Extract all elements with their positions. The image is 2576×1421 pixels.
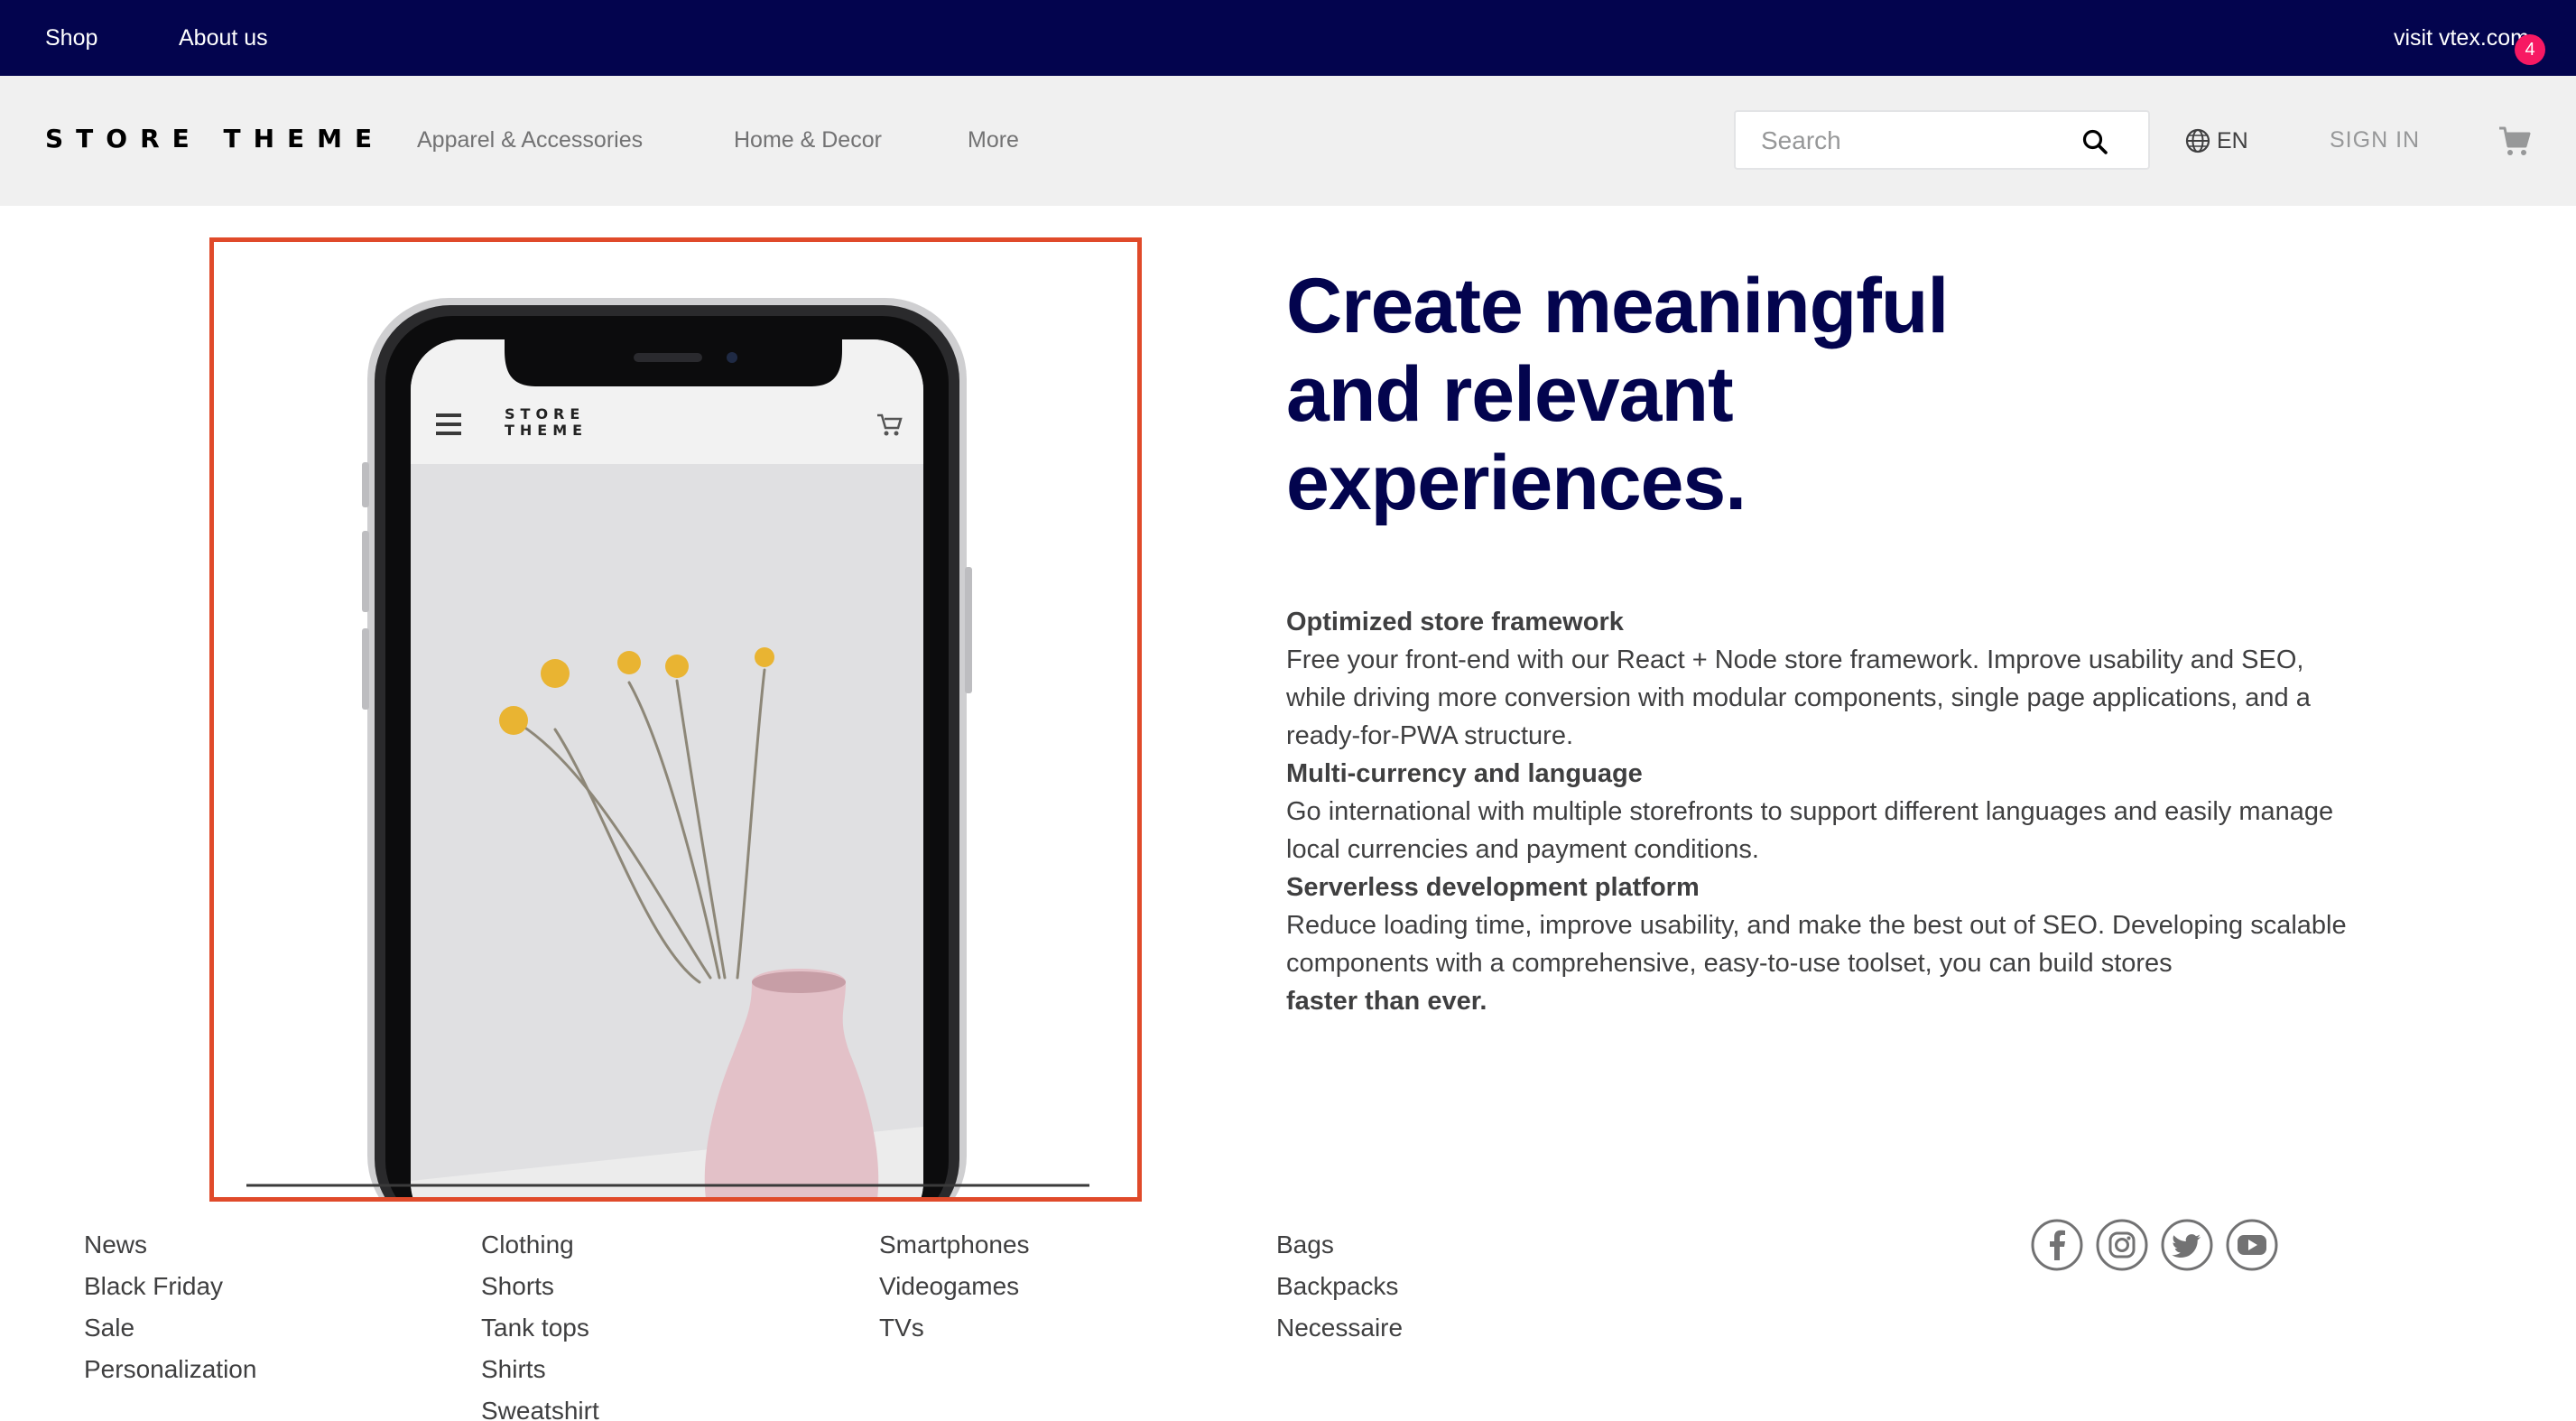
phone-mockup-image: STORE THEME (246, 298, 1089, 1197)
nav-item-home-decor[interactable]: Home & Decor (734, 125, 882, 154)
footer-column-1: News Black Friday Sale Personalization (84, 1224, 256, 1390)
footer-link-tank-tops[interactable]: Tank tops (481, 1307, 599, 1349)
footer-link-tvs[interactable]: TVs (879, 1307, 1030, 1349)
footer-link-personalization[interactable]: Personalization (84, 1349, 256, 1390)
hero-image-frame: STORE THEME (209, 237, 1142, 1202)
top-link-visit-vtex[interactable]: visit vtex.com (2394, 23, 2529, 52)
footer-link-smartphones[interactable]: Smartphones (879, 1224, 1030, 1266)
feature-title-1: Optimized store framework (1286, 608, 1624, 636)
features-list: Optimized store framework Free your fron… (1286, 603, 2369, 1020)
search-input[interactable] (1761, 125, 2086, 157)
instagram-icon[interactable] (2096, 1219, 2148, 1271)
feature-title-2: Multi-currency and language (1286, 759, 1643, 788)
youtube-icon[interactable] (2226, 1219, 2278, 1271)
footer-column-3: Smartphones Videogames TVs (879, 1224, 1030, 1349)
top-bar: Shop About us visit vtex.com (0, 0, 2576, 76)
globe-icon (2185, 128, 2210, 153)
feature-title-3: Serverless development platform (1286, 873, 1700, 902)
phone-logo-line-2: THEME (505, 422, 588, 439)
hero-headline: Create meaningful and relevant experienc… (1286, 263, 1949, 526)
main-header: STORE THEME Apparel & Accessories Home &… (0, 76, 2576, 206)
footer-link-shorts[interactable]: Shorts (481, 1266, 599, 1307)
facebook-icon[interactable] (2031, 1219, 2083, 1271)
cart-icon[interactable] (2497, 123, 2533, 159)
store-logo[interactable]: STORE THEME (45, 123, 385, 155)
search-box (1734, 110, 2150, 170)
top-link-about[interactable]: About us (179, 23, 268, 52)
phone-logo-line-1: STORE (505, 405, 585, 423)
footer-link-backpacks[interactable]: Backpacks (1276, 1266, 1403, 1307)
language-selector[interactable]: EN (2184, 125, 2248, 157)
footer-link-shirts[interactable]: Shirts (481, 1349, 599, 1390)
footer-link-black-friday[interactable]: Black Friday (84, 1266, 256, 1307)
cart-count-badge: 4 (2515, 34, 2545, 65)
feature-body-2: Go international with multiple storefron… (1286, 797, 2334, 864)
nav-item-more[interactable]: More (968, 125, 1019, 154)
footer-link-sale[interactable]: Sale (84, 1307, 256, 1349)
twitter-icon[interactable] (2161, 1219, 2213, 1271)
footer-link-videogames[interactable]: Videogames (879, 1266, 1030, 1307)
language-code: EN (2217, 127, 2248, 153)
phone-menu-icon (436, 413, 461, 417)
top-link-shop[interactable]: Shop (45, 23, 97, 52)
nav-item-apparel[interactable]: Apparel & Accessories (417, 125, 643, 154)
footer-link-necessaire[interactable]: Necessaire (1276, 1307, 1403, 1349)
feature-body-3: Reduce loading time, improve usability, … (1286, 911, 2347, 978)
footer-column-4: Bags Backpacks Necessaire (1276, 1224, 1403, 1349)
sign-in-button[interactable]: SIGN IN (2330, 125, 2420, 154)
feature-body-1: Free your front-end with our React + Nod… (1286, 645, 2311, 750)
footer-link-clothing[interactable]: Clothing (481, 1224, 599, 1266)
social-links (2031, 1219, 2278, 1271)
footer-column-2: Clothing Shorts Tank tops Shirts Sweatsh… (481, 1224, 599, 1421)
footer-link-news[interactable]: News (84, 1224, 256, 1266)
feature-body-3-bold: faster than ever. (1286, 987, 1487, 1016)
search-icon[interactable] (2081, 128, 2108, 155)
footer-link-sweatshirt[interactable]: Sweatshirt (481, 1390, 599, 1421)
footer-link-bags[interactable]: Bags (1276, 1224, 1403, 1266)
